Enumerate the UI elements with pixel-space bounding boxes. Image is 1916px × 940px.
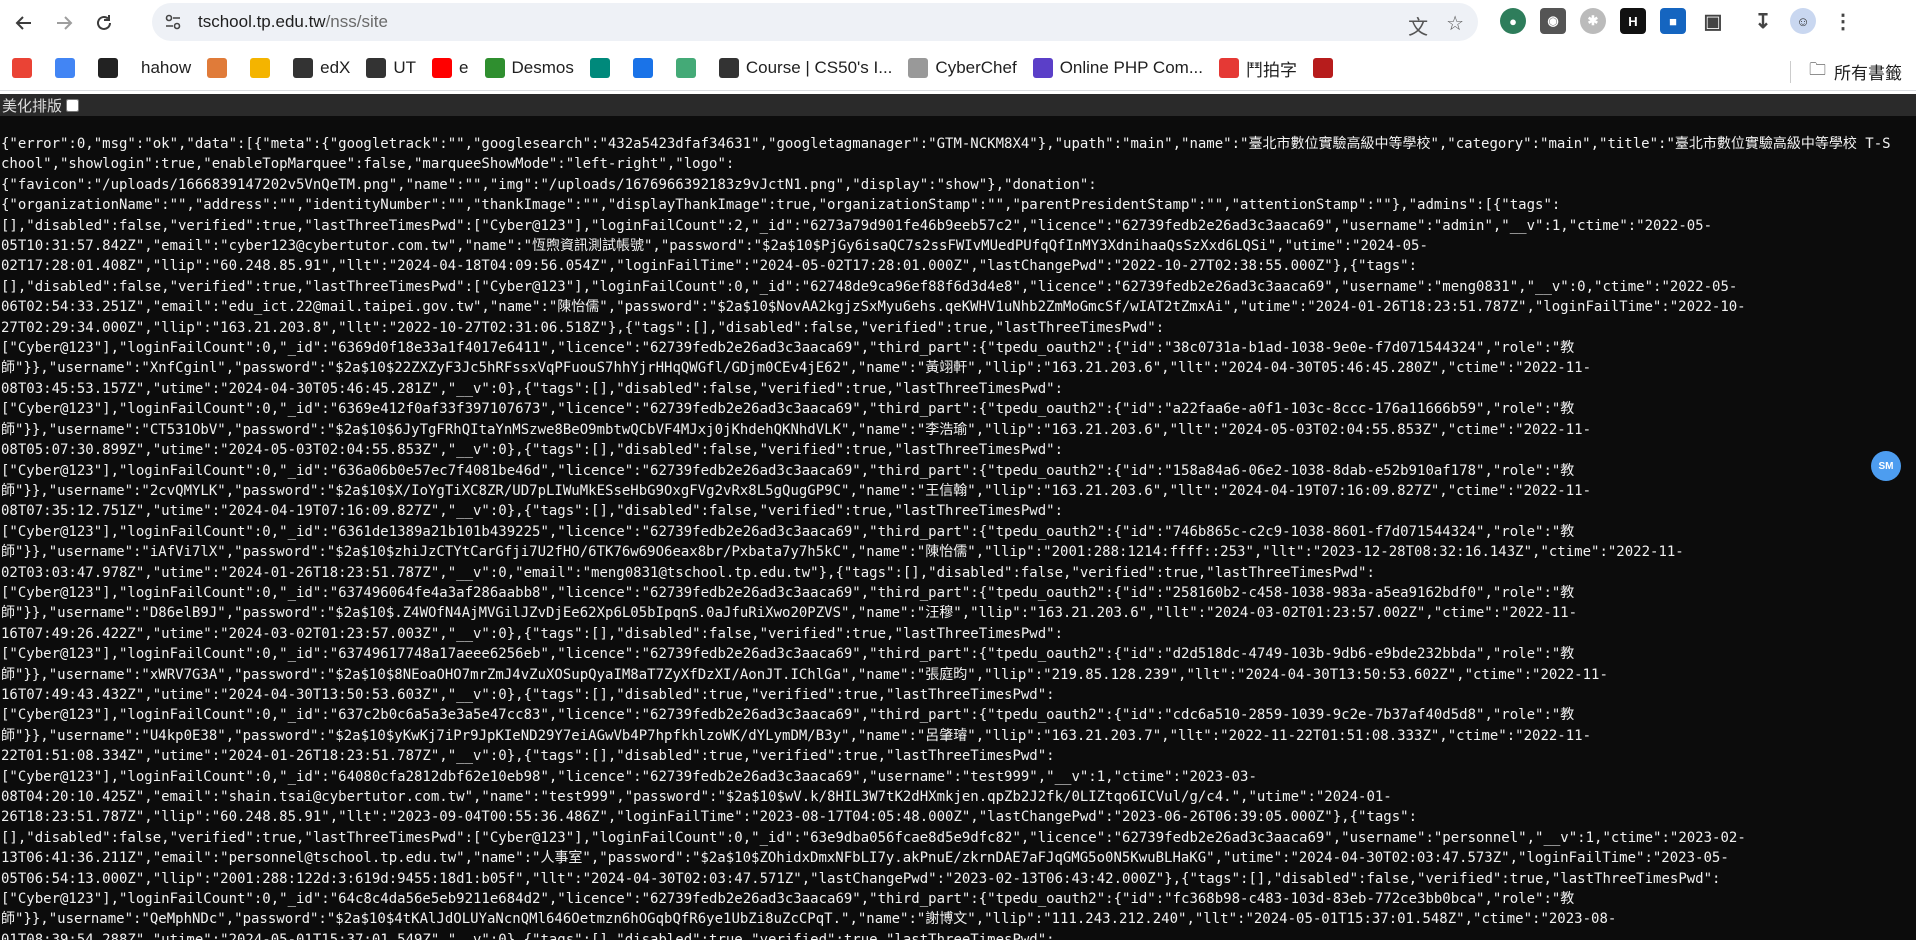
bookmark-item[interactable] xyxy=(632,58,660,78)
chef-icon xyxy=(908,58,929,78)
flame-icon xyxy=(1218,58,1239,78)
extension-icon[interactable]: ✱ xyxy=(1580,8,1606,34)
menu-icon[interactable]: ⋮ xyxy=(1830,8,1856,34)
back-button[interactable] xyxy=(8,7,40,39)
desmos-icon xyxy=(484,58,505,78)
floating-sm-button[interactable]: SM xyxy=(1871,451,1901,481)
address-bar[interactable]: tschool.tp.edu.tw/nss/site 文 ☆ xyxy=(152,3,1478,41)
json-response-text: {"error":0,"msg":"ok","data":[{"meta":{"… xyxy=(1,136,1891,940)
bookmark-item[interactable] xyxy=(250,58,277,78)
edx-icon xyxy=(366,58,387,78)
download-icon[interactable]: ↧ xyxy=(1750,8,1776,34)
tree-icon xyxy=(675,58,696,78)
bookmark-item[interactable] xyxy=(589,58,617,78)
url-text[interactable]: tschool.tp.edu.tw/nss/site xyxy=(198,12,388,32)
bookmark-item[interactable] xyxy=(98,58,125,78)
url-path: /nss/site xyxy=(325,12,388,31)
translate-icon[interactable]: 文 xyxy=(1408,11,1428,40)
edx-icon xyxy=(718,58,739,78)
edx-icon xyxy=(293,58,314,78)
gmail-icon xyxy=(12,58,32,78)
pretty-print-checkbox[interactable] xyxy=(66,98,80,112)
php-icon xyxy=(1032,58,1053,78)
bookmark-item[interactable]: Online PHP Com... xyxy=(1032,58,1203,78)
bookmark-item[interactable]: edX xyxy=(293,58,350,78)
url-host: tschool.tp.edu.tw xyxy=(198,12,326,31)
bookmark-label: CyberChef xyxy=(935,58,1017,77)
extension-icon[interactable]: ■ xyxy=(1660,8,1686,34)
calendar-icon xyxy=(55,58,75,78)
avatar[interactable]: ☺ xyxy=(1790,8,1816,34)
bookmark-star-icon[interactable]: ☆ xyxy=(1446,11,1464,40)
meet-icon xyxy=(589,58,610,78)
arrow-left-icon xyxy=(15,16,31,30)
bookmark-item[interactable]: 鬥拍字 xyxy=(1218,56,1297,81)
bookmark-item[interactable]: e xyxy=(432,58,469,78)
pretty-print-toggle[interactable]: 美化排版 xyxy=(0,94,1916,116)
bookmark-label: edX xyxy=(320,58,351,77)
site-info-icon[interactable] xyxy=(162,11,184,33)
bookmark-label: hahow xyxy=(141,58,192,77)
bookmark-label: Desmos xyxy=(511,58,574,77)
all-bookmarks-label: 所有書籤 xyxy=(1834,64,1902,83)
bookmark-item[interactable] xyxy=(55,58,82,78)
infinity-icon xyxy=(98,58,118,78)
bookmark-item[interactable] xyxy=(675,58,703,78)
extension-icon[interactable]: ● xyxy=(1500,8,1526,34)
bookmark-item[interactable]: Desmos xyxy=(484,58,574,78)
red-square-icon xyxy=(1312,58,1333,78)
reload-button[interactable] xyxy=(88,7,120,39)
bookmark-item[interactable]: Course | CS50's I... xyxy=(718,58,893,78)
extension-icon[interactable]: ◉ xyxy=(1540,8,1566,34)
youtube-icon xyxy=(432,58,453,78)
bookmark-item[interactable] xyxy=(207,58,234,78)
bookmark-label: e xyxy=(459,58,469,77)
folder-icon: 🗀 xyxy=(1809,60,1826,79)
bookmark-item[interactable] xyxy=(1312,58,1340,78)
pretty-print-label: 美化排版 xyxy=(2,97,63,115)
photo-icon xyxy=(250,58,271,78)
c-icon xyxy=(207,58,228,78)
bookmark-label: Course | CS50's I... xyxy=(745,58,893,77)
extension-icon[interactable]: H xyxy=(1620,8,1646,34)
bookmark-item[interactable]: UT xyxy=(366,58,416,78)
bookmark-item[interactable]: hahow xyxy=(141,58,191,78)
bookmark-item[interactable] xyxy=(12,58,39,78)
arrow-right-icon xyxy=(57,16,73,30)
divider xyxy=(1790,60,1791,83)
browser-toolbar: tschool.tp.edu.tw/nss/site 文 ☆ ● ◉ ✱ H ■… xyxy=(0,0,1916,46)
puzzle-icon[interactable]: ▣ xyxy=(1700,8,1726,34)
bookmark-label: Online PHP Com... xyxy=(1059,58,1203,77)
all-bookmarks-button[interactable]: 🗀 所有書籤 xyxy=(1790,57,1902,86)
reload-icon xyxy=(97,15,111,30)
page-content: 美化排版 {"error":0,"msg":"ok","data":[{"met… xyxy=(0,94,1916,940)
drive-icon xyxy=(632,58,653,78)
bookmark-label: 鬥拍字 xyxy=(1245,60,1297,80)
bookmarks-bar: hahow edX UT e Desmos Course | CS50's I... Cyb… xyxy=(0,46,1916,91)
bookmark-label: UT xyxy=(393,58,417,77)
bookmark-item[interactable]: CyberChef xyxy=(908,58,1017,78)
forward-button[interactable] xyxy=(48,7,80,39)
